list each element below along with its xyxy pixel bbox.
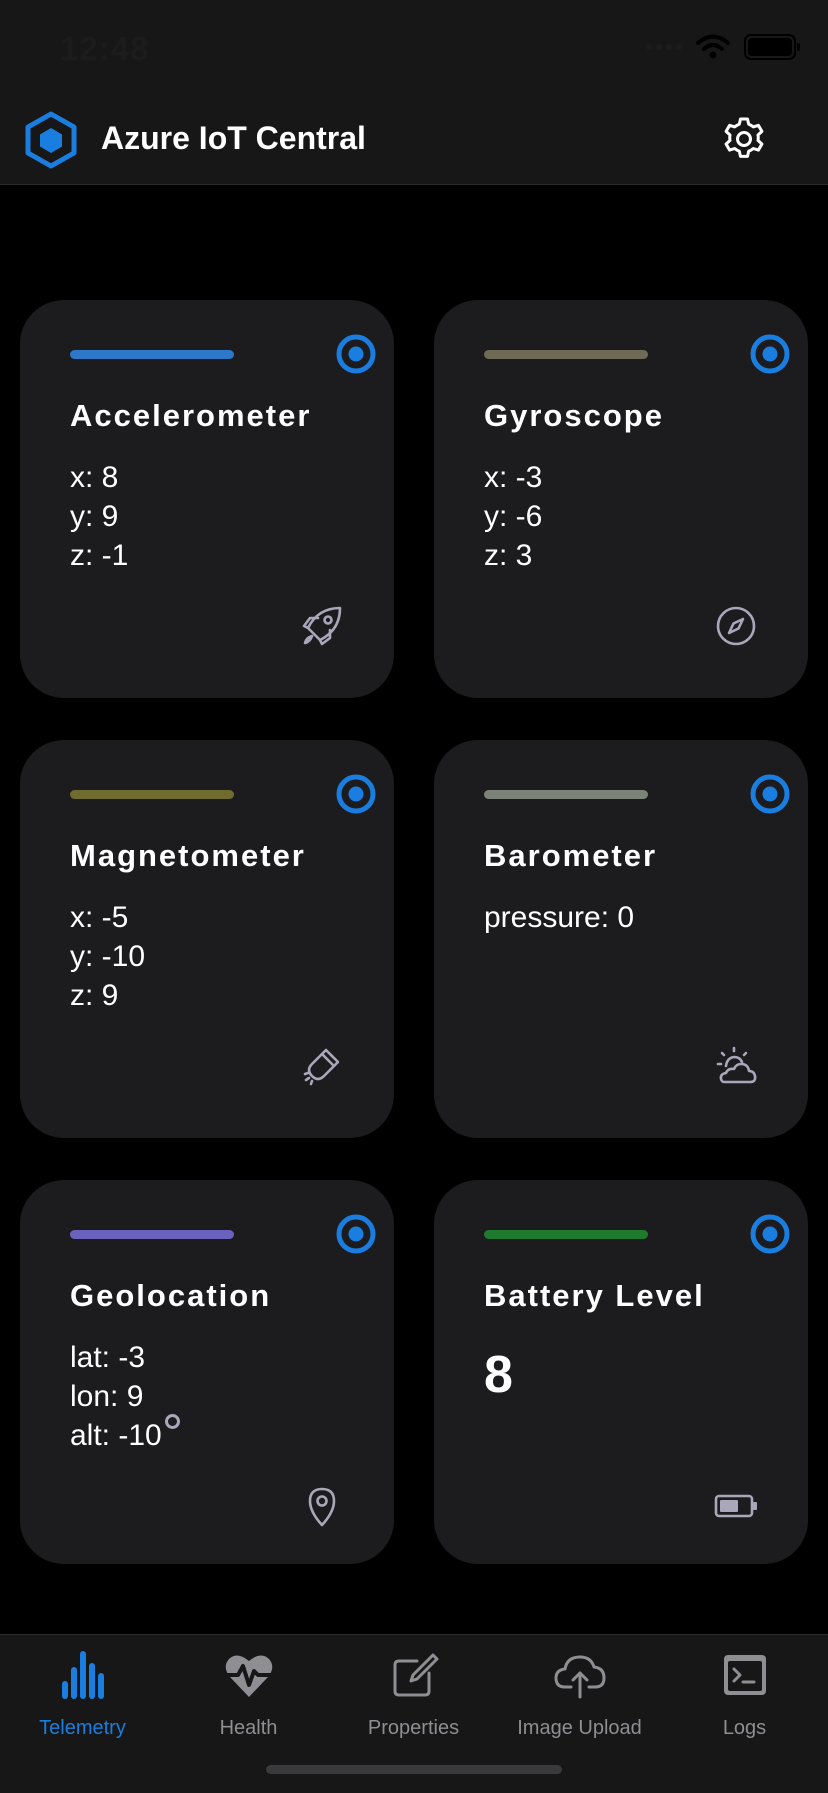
app-header: Azure IoT Central bbox=[0, 100, 828, 185]
value-alt-row: alt: -10 bbox=[70, 1414, 180, 1455]
card-values: lat: -3 lon: 9 alt: -10 bbox=[70, 1338, 180, 1455]
card-accent-bar bbox=[70, 1230, 234, 1239]
tab-label: Health bbox=[219, 1717, 278, 1739]
value-z: z: 3 bbox=[484, 539, 533, 572]
card-accent-bar bbox=[484, 790, 648, 799]
radio-selected-icon[interactable] bbox=[750, 1214, 790, 1254]
compass-icon bbox=[716, 606, 756, 646]
radio-selected-icon[interactable] bbox=[336, 774, 376, 814]
cloud-sun-icon bbox=[716, 1046, 757, 1084]
status-time: 12:48 bbox=[60, 30, 150, 67]
radio-selected-icon[interactable] bbox=[750, 774, 790, 814]
battery-icon bbox=[714, 1494, 757, 1518]
card-title: Gyroscope bbox=[484, 398, 664, 433]
card-title: Battery Level bbox=[484, 1278, 705, 1313]
tab-label: Properties bbox=[367, 1717, 460, 1739]
tab-label: Logs bbox=[722, 1717, 767, 1739]
battery-level-value: 8 bbox=[484, 1346, 513, 1404]
cellular-signal-icon bbox=[646, 44, 682, 50]
edit-icon bbox=[393, 1653, 438, 1697]
tab-telemetry[interactable]: Telemetry bbox=[0, 1635, 165, 1745]
card-accent-bar bbox=[484, 1230, 648, 1239]
magnet-icon bbox=[303, 1048, 340, 1086]
card-values: x: 8 y: 9 z: -1 bbox=[70, 458, 128, 575]
value-y: y: -6 bbox=[484, 500, 543, 533]
tab-label: Image Upload bbox=[517, 1717, 642, 1739]
card-accent-bar bbox=[484, 350, 648, 359]
card-title: Accelerometer bbox=[70, 398, 312, 433]
status-battery-icon bbox=[744, 34, 800, 60]
value-alt: alt: -10 bbox=[70, 1419, 162, 1452]
telemetry-card-magnetometer[interactable]: Magnetometer x: -5 y: -10 z: 9 bbox=[20, 740, 394, 1138]
status-bar: 12:48 bbox=[0, 0, 828, 100]
card-values: x: -5 y: -10 z: 9 bbox=[70, 898, 145, 1015]
heart-pulse-icon bbox=[223, 1655, 274, 1697]
radio-selected-icon[interactable] bbox=[336, 1214, 376, 1254]
value-lat: lat: -3 bbox=[70, 1341, 146, 1374]
card-title: Magnetometer bbox=[70, 838, 306, 873]
card-title: Geolocation bbox=[70, 1278, 272, 1313]
radio-selected-icon[interactable] bbox=[750, 334, 790, 374]
telemetry-card-barometer[interactable]: Barometer pressure: 0 bbox=[434, 740, 808, 1138]
bar-chart-icon bbox=[61, 1651, 104, 1699]
value-z: z: -1 bbox=[70, 539, 129, 572]
wifi-icon bbox=[696, 34, 730, 59]
home-indicator bbox=[266, 1765, 562, 1774]
value-pressure: pressure: 0 bbox=[484, 901, 635, 934]
app-title: Azure IoT Central bbox=[101, 120, 366, 156]
tab-health[interactable]: Health bbox=[166, 1635, 331, 1745]
terminal-icon bbox=[723, 1655, 766, 1695]
tab-properties[interactable]: Properties bbox=[331, 1635, 496, 1745]
card-accent-bar bbox=[70, 790, 234, 799]
card-values: x: -3 y: -6 z: 3 bbox=[484, 458, 542, 575]
value-lon: lon: 9 bbox=[70, 1380, 144, 1413]
cloud-upload-icon bbox=[554, 1655, 605, 1699]
telemetry-card-battery-level[interactable]: Battery Level 8 bbox=[434, 1180, 808, 1564]
tab-image-upload[interactable]: Image Upload bbox=[497, 1635, 662, 1745]
degree-icon bbox=[164, 1414, 180, 1429]
telemetry-card-geolocation[interactable]: Geolocation lat: -3 lon: 9 alt: -10 bbox=[20, 1180, 394, 1564]
value-y: y: 9 bbox=[70, 500, 119, 533]
tab-label: Telemetry bbox=[39, 1717, 126, 1739]
value-z: z: 9 bbox=[70, 979, 119, 1012]
status-icons bbox=[646, 34, 800, 60]
radio-selected-icon[interactable] bbox=[336, 334, 376, 374]
card-values: pressure: 0 bbox=[484, 898, 634, 937]
hexagon-logo-icon bbox=[25, 111, 77, 169]
rocket-icon bbox=[302, 606, 342, 646]
value-x: x: -3 bbox=[484, 461, 543, 494]
value-x: x: -5 bbox=[70, 901, 129, 934]
value-y: y: -10 bbox=[70, 940, 146, 973]
value-x: x: 8 bbox=[70, 461, 119, 494]
telemetry-card-accelerometer[interactable]: Accelerometer x: 8 y: 9 z: -1 bbox=[20, 300, 394, 698]
map-pin-icon bbox=[308, 1487, 336, 1527]
card-title: Barometer bbox=[484, 838, 658, 873]
telemetry-card-gyroscope[interactable]: Gyroscope x: -3 y: -6 z: 3 bbox=[434, 300, 808, 698]
gear-icon[interactable] bbox=[720, 115, 768, 163]
tab-logs[interactable]: Logs bbox=[662, 1635, 827, 1745]
card-accent-bar bbox=[70, 350, 234, 359]
